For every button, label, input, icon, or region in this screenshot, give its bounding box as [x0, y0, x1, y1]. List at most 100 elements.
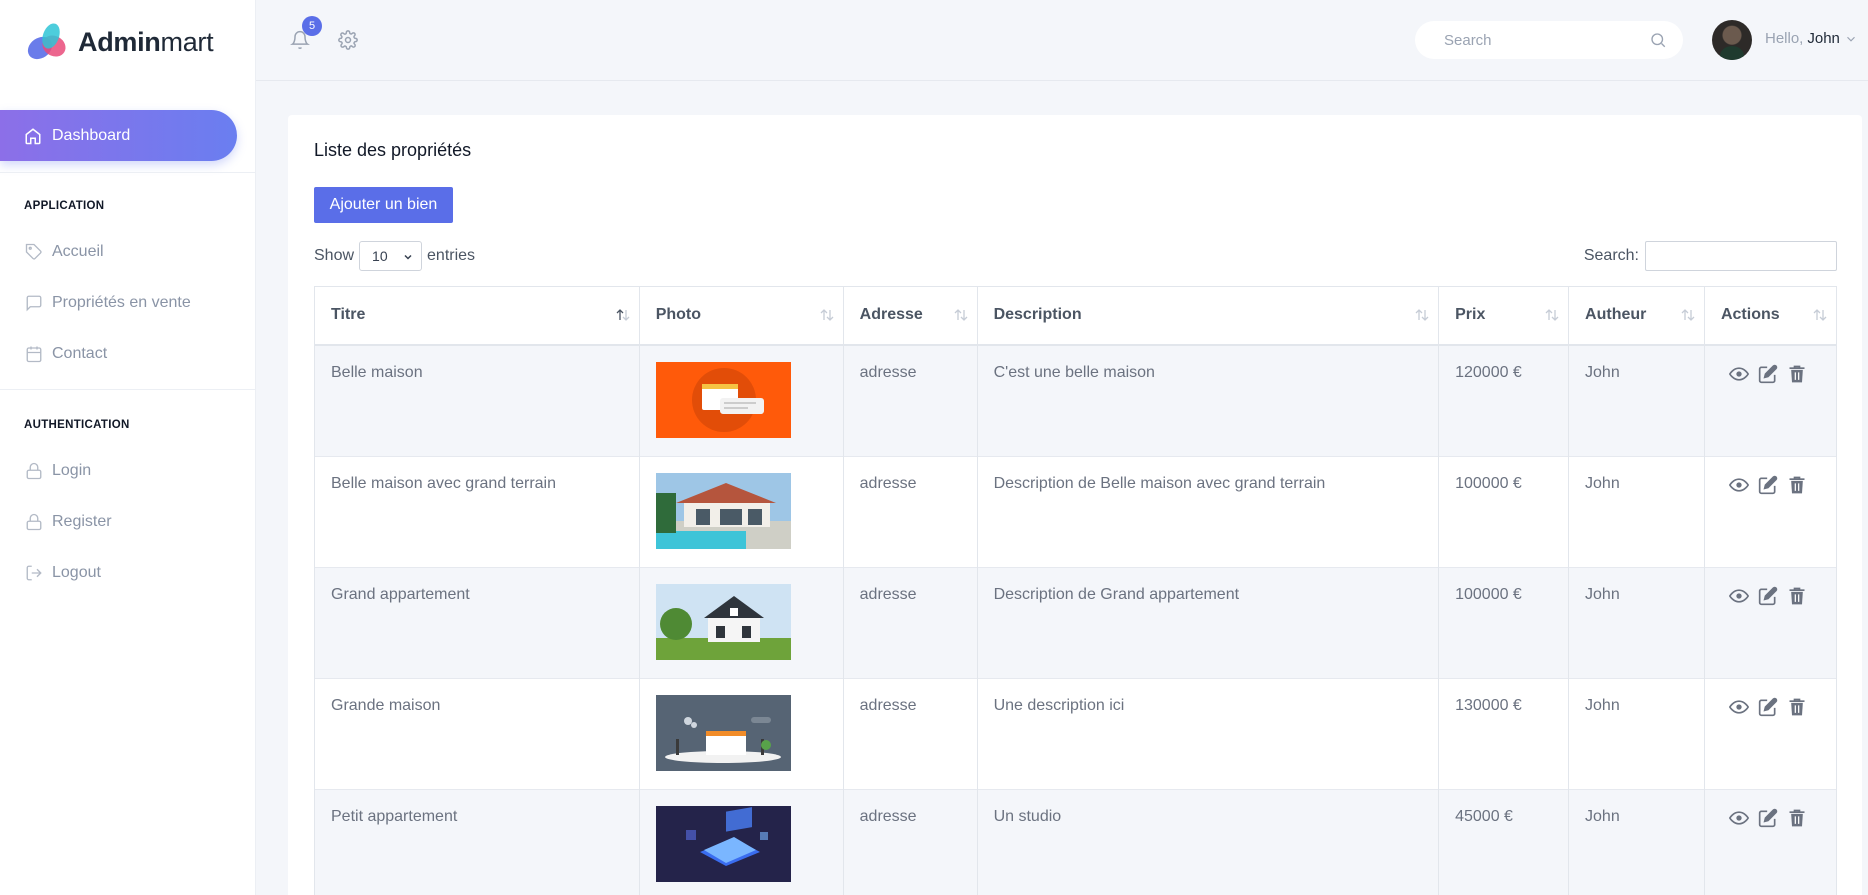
cell-description: Description de Grand appartement	[976, 566, 1440, 678]
column-header-actions[interactable]: Actions	[1703, 286, 1838, 346]
property-title: Belle maison avec grand terrain	[331, 474, 557, 492]
sidebar-item-contact[interactable]: Contact	[24, 342, 107, 366]
column-header-photo[interactable]: Photo	[638, 286, 844, 346]
search-icon[interactable]	[1649, 31, 1667, 53]
properties-card: Liste des propriétés Ajouter un bien Sho…	[288, 115, 1862, 895]
eye-icon[interactable]	[1728, 808, 1749, 828]
edit-icon[interactable]	[1758, 697, 1778, 717]
trash-icon[interactable]	[1787, 475, 1807, 495]
sidebar-item-logout[interactable]: Logout	[24, 561, 101, 585]
avatar[interactable]	[1712, 20, 1752, 60]
eye-icon[interactable]	[1728, 475, 1749, 495]
show-label: Show	[314, 247, 355, 264]
property-address: adresse	[859, 474, 917, 492]
sort-icon	[953, 307, 969, 323]
cell-adresse: adresse	[842, 344, 978, 456]
table-row: Belle maison adresse C'est une belle mai…	[314, 344, 1838, 456]
sidebar-item-label: Dashboard	[52, 126, 131, 144]
column-header-titre[interactable]: Titre	[314, 286, 640, 346]
sidebar-item-label: Propriétés en vente	[52, 294, 191, 311]
property-photo[interactable]	[655, 472, 791, 549]
column-label: Titre	[331, 306, 366, 324]
sort-icon	[1414, 307, 1430, 323]
sidebar-item-label: Register	[52, 513, 112, 530]
entries-label: entries	[427, 247, 476, 264]
gear-icon[interactable]	[338, 30, 358, 55]
property-title: Grand appartement	[331, 585, 470, 603]
cell-actions	[1703, 344, 1838, 456]
column-label: Prix	[1455, 306, 1486, 324]
trash-icon[interactable]	[1787, 364, 1807, 384]
notification-badge: 5	[302, 16, 322, 36]
eye-icon[interactable]	[1728, 586, 1749, 606]
home-icon	[24, 127, 42, 145]
tag-icon	[24, 243, 44, 261]
column-header-adresse[interactable]: Adresse	[842, 286, 978, 346]
entries-length: Show 10 entries	[314, 241, 475, 271]
column-header-description[interactable]: Description	[976, 286, 1440, 346]
add-property-button[interactable]: Ajouter un bien	[314, 187, 453, 223]
sidebar-item-proprietes[interactable]: Propriétés en vente	[24, 291, 191, 315]
logo-mark-icon	[24, 20, 72, 64]
property-author: John	[1585, 585, 1620, 603]
table-row: Petit appartement adresse Un studio 4500…	[314, 788, 1838, 895]
sidebar-item-dashboard[interactable]: Dashboard	[0, 110, 237, 161]
cell-actions	[1703, 788, 1838, 895]
property-photo[interactable]	[655, 694, 791, 771]
property-price: 45000 €	[1455, 807, 1513, 825]
edit-icon[interactable]	[1758, 586, 1778, 606]
column-header-prix[interactable]: Prix	[1438, 286, 1570, 346]
trash-icon[interactable]	[1787, 697, 1807, 717]
entries-select[interactable]: 10	[359, 241, 423, 271]
table-row: Belle maison avec grand terrain adresse …	[314, 455, 1838, 567]
user-name: John	[1807, 30, 1840, 47]
column-label: Actions	[1720, 306, 1780, 324]
sidebar-item-label: Login	[52, 462, 92, 479]
cell-titre: Grande maison	[314, 677, 640, 789]
sort-icon	[819, 307, 835, 323]
edit-icon[interactable]	[1758, 364, 1778, 384]
sidebar-item-label: Logout	[52, 564, 101, 581]
column-label: Adresse	[859, 306, 923, 324]
table-search-input[interactable]	[1645, 241, 1837, 271]
cell-description: Description de Belle maison avec grand t…	[976, 455, 1440, 567]
sort-icon	[1544, 307, 1560, 323]
sidebar-item-accueil[interactable]: Accueil	[24, 240, 104, 264]
property-author: John	[1585, 696, 1620, 714]
property-price: 120000 €	[1455, 363, 1522, 381]
sidebar: Adminmart Dashboard APPLICATION Accueil …	[0, 0, 256, 895]
property-description: Un studio	[993, 807, 1062, 825]
property-title: Grande maison	[331, 696, 441, 714]
eye-icon[interactable]	[1728, 364, 1749, 384]
search-input[interactable]: Search	[1415, 21, 1683, 59]
column-label: Description	[993, 306, 1082, 324]
cell-titre: Grand appartement	[314, 566, 640, 678]
section-title-application: APPLICATION	[24, 200, 105, 212]
table-header-row: Titre Photo Adresse Description Prix Aut…	[314, 286, 1838, 346]
property-description: Description de Grand appartement	[993, 585, 1240, 603]
table-search-label: Search:	[1583, 247, 1639, 264]
eye-icon[interactable]	[1728, 697, 1749, 717]
sidebar-item-login[interactable]: Login	[24, 459, 91, 483]
property-photo[interactable]	[655, 361, 791, 438]
trash-icon[interactable]	[1787, 808, 1807, 828]
sidebar-item-register[interactable]: Register	[24, 510, 112, 534]
property-price: 130000 €	[1455, 696, 1522, 714]
sort-asc-icon	[615, 307, 631, 323]
table-row: Grand appartement adresse Description de…	[314, 566, 1838, 678]
property-photo[interactable]	[655, 805, 791, 882]
brand-name: Adminmart	[78, 26, 214, 57]
cell-photo	[638, 566, 844, 678]
sidebar-item-label: Contact	[52, 345, 108, 362]
cell-auteur: John	[1568, 455, 1705, 567]
logo[interactable]: Adminmart	[24, 20, 214, 64]
property-photo[interactable]	[655, 583, 791, 660]
edit-icon[interactable]	[1758, 808, 1778, 828]
divider	[0, 172, 255, 173]
edit-icon[interactable]	[1758, 475, 1778, 495]
user-menu[interactable]: Hello, John	[1765, 30, 1858, 47]
cell-actions	[1703, 677, 1838, 789]
cell-titre: Belle maison	[314, 344, 640, 456]
trash-icon[interactable]	[1787, 586, 1807, 606]
column-header-autheur[interactable]: Autheur	[1568, 286, 1705, 346]
